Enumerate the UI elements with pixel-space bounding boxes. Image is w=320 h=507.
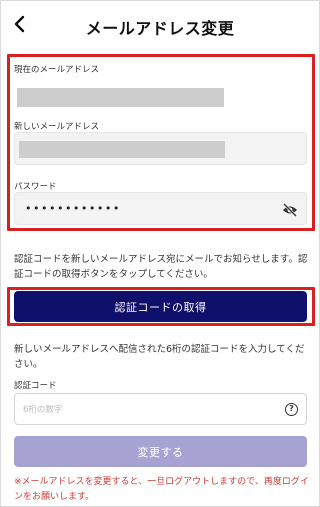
redacted-new-email [19,141,225,158]
current-email-value [14,81,307,114]
submit-button[interactable]: 変更する [14,436,307,467]
password-value: •••••••••••• [25,202,121,215]
password-label: パスワード [14,182,57,192]
new-email-label: 新しいメールアドレス [14,122,100,132]
enter-code-info: 新しいメールアドレスへ配信された6桁の認証コードを入力してください。 [14,344,305,370]
code-field[interactable]: ? [14,393,307,425]
code-label: 認証コード [14,381,57,391]
question-circle-icon[interactable]: ? [285,403,298,416]
redacted-email [17,88,224,107]
get-code-button[interactable]: 認証コードの取得 [14,291,307,322]
header: メールアドレス変更 [1,1,319,49]
send-code-info: 認証コードを新しいメールアドレス宛にメールでお知らせします。認証コードの取得ボタ… [14,254,308,280]
code-input[interactable] [23,402,263,418]
logout-warning: ※メールアドレスを変更すると、一旦ログアウトしますので、再度ログインをお願いしま… [14,477,309,502]
eye-off-icon[interactable] [282,202,298,217]
email-change-screen: メールアドレス変更 現在のメールアドレス 新しいメールアドレス パスワード ••… [0,0,320,507]
page-title: メールアドレス変更 [85,19,235,38]
current-email-label: 現在のメールアドレス [14,65,100,75]
password-field[interactable]: •••••••••••• [14,192,307,225]
new-email-field[interactable] [14,132,307,165]
